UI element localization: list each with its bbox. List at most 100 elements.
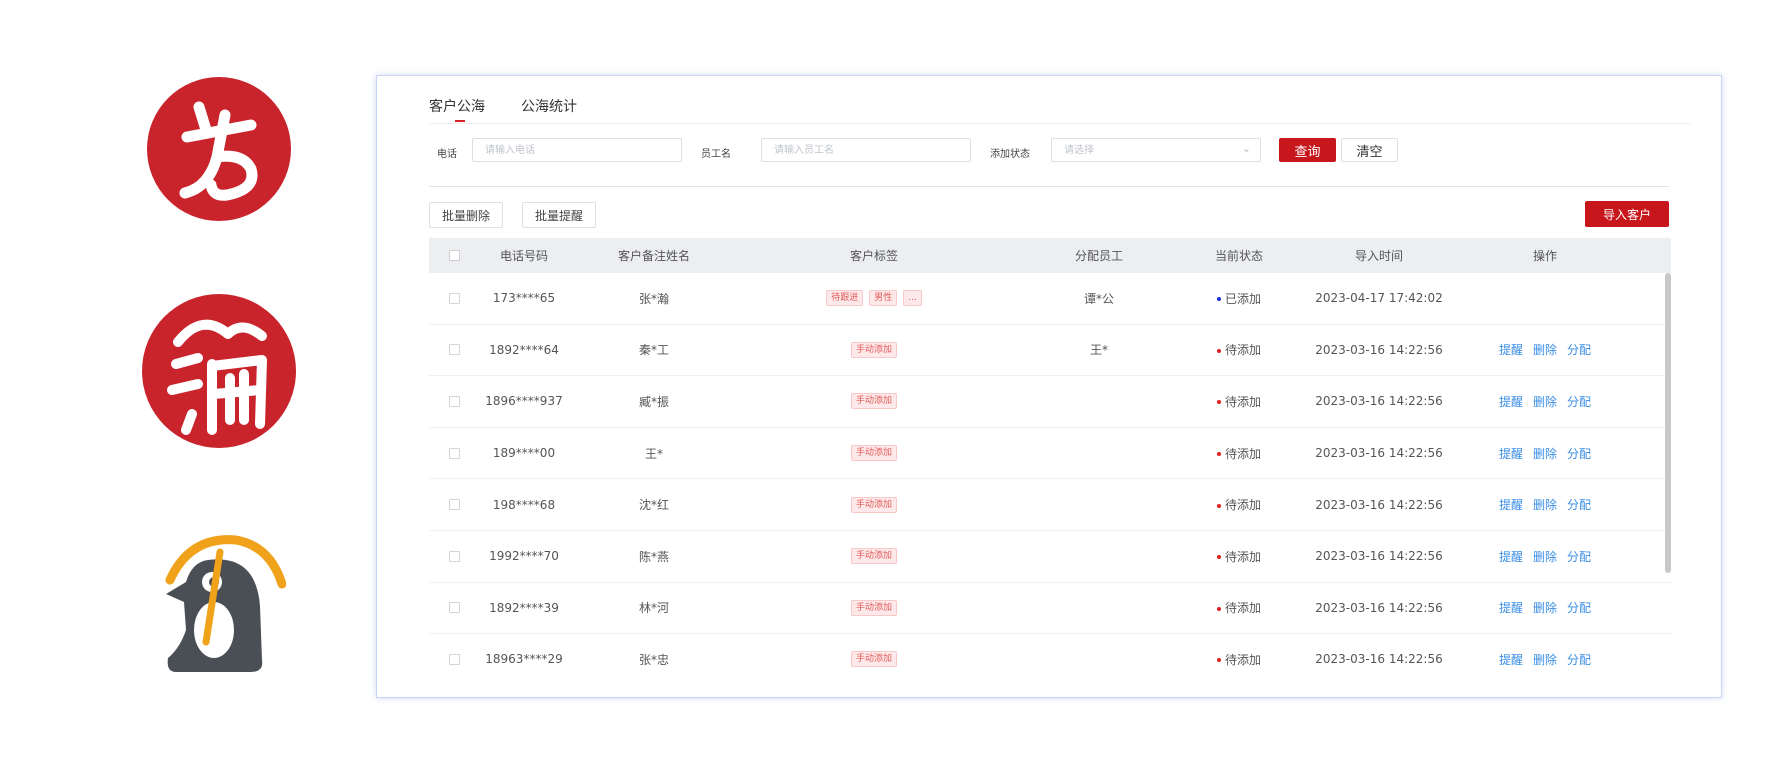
- row-checkbox-cell: [429, 344, 479, 356]
- row-action-remind[interactable]: 提醒: [1499, 445, 1523, 462]
- table-row: 1992****70 陈*燕 手动添加 待添加 2023-03-16 14:22:56 提…: [429, 531, 1671, 583]
- status-dot: [1216, 297, 1221, 302]
- row-action-assign[interactable]: 分配: [1567, 651, 1591, 668]
- row-action-assign[interactable]: 分配: [1567, 599, 1591, 616]
- row-checkbox[interactable]: [448, 447, 460, 459]
- row-action-assign[interactable]: 分配: [1567, 341, 1591, 358]
- import-time-cell: 2023-03-16 14:22:56: [1315, 652, 1443, 667]
- status-dot: [1216, 606, 1221, 611]
- row-action-assign[interactable]: 分配: [1567, 548, 1591, 565]
- customer-name-cell: 张*忠: [638, 652, 669, 667]
- header-tags: 客户标签: [849, 249, 898, 263]
- table-row: 1892****39 林*河 手动添加 待添加 2023-03-16 14:22:56 提…: [429, 583, 1671, 635]
- clear-button[interactable]: 清空: [1341, 138, 1398, 162]
- row-checkbox[interactable]: [448, 344, 460, 356]
- table-header: 电话号码 客户备注姓名 客户标签 分配员工 当前状态 导入时间 操作: [429, 238, 1671, 273]
- table-row: 18963****29 张*忠 手动添加 待添加 2023-03-16 14:22:56…: [429, 634, 1671, 674]
- customer-name-cell: 沈*红: [638, 498, 669, 513]
- batch-delete-button[interactable]: 批量删除: [429, 202, 504, 228]
- status-dot: [1216, 658, 1221, 663]
- filter-divider: [429, 186, 1669, 187]
- customer-tag: 手动添加: [850, 548, 897, 565]
- penguin-logo: [165, 535, 286, 672]
- status-cell: 待添加: [1189, 445, 1289, 462]
- status-filter-field[interactable]: [1051, 138, 1261, 162]
- import-time-cell: 2023-03-16 14:22:56: [1315, 446, 1443, 461]
- query-button[interactable]: 查询: [1279, 138, 1336, 162]
- actions-cell: 提醒 删除 分配: [1469, 496, 1621, 513]
- row-checkbox[interactable]: [448, 395, 460, 407]
- row-checkbox[interactable]: [448, 602, 460, 614]
- row-action-remind[interactable]: 提醒: [1499, 651, 1523, 668]
- phone-cell: 1992****70: [489, 549, 559, 564]
- tab-divider: [429, 123, 1691, 124]
- row-action-remind[interactable]: 提醒: [1499, 341, 1523, 358]
- row-action-assign[interactable]: 分配: [1567, 393, 1591, 410]
- status-cell: 待添加: [1189, 651, 1289, 668]
- header-employee: 分配员工: [1074, 249, 1123, 263]
- import-time-cell: 2023-04-17 17:42:02: [1315, 291, 1443, 306]
- tags-cell: 手动添加: [739, 496, 1009, 513]
- batch-remind-button[interactable]: 批量提醒: [522, 202, 597, 228]
- row-action-remind[interactable]: 提醒: [1499, 393, 1523, 410]
- status-text: 待添加: [1224, 549, 1261, 564]
- phone-cell: 18963****29: [485, 652, 563, 667]
- row-checkbox[interactable]: [448, 653, 460, 665]
- phone-filter-label: 电话: [437, 149, 457, 160]
- status-filter-select[interactable]: ⌄: [1051, 138, 1261, 162]
- customer-tag: 待跟进: [826, 290, 864, 307]
- employee-cell: 谭*公: [1083, 291, 1114, 306]
- customer-name-cell: 臧*振: [638, 394, 669, 409]
- import-time-cell: 2023-03-16 14:22:56: [1315, 342, 1443, 357]
- customer-tag: 手动添加: [850, 599, 897, 616]
- row-action-delete[interactable]: 删除: [1533, 548, 1557, 565]
- row-action-delete[interactable]: 删除: [1533, 651, 1557, 668]
- status-dot: [1216, 348, 1221, 353]
- select-all-cell: [429, 250, 479, 261]
- phone-cell: 198****68: [492, 497, 556, 512]
- row-action-remind[interactable]: 提醒: [1499, 599, 1523, 616]
- customer-tag: 男性: [869, 290, 898, 307]
- table-scrollbar[interactable]: [1665, 273, 1671, 573]
- actions-cell: 提醒 删除 分配: [1469, 651, 1621, 668]
- status-cell: 待添加: [1189, 496, 1289, 513]
- status-cell: 已添加: [1189, 290, 1289, 307]
- select-all-checkbox[interactable]: [448, 250, 460, 261]
- row-checkbox-cell: [429, 499, 479, 511]
- row-checkbox[interactable]: [448, 499, 460, 511]
- row-action-delete[interactable]: 删除: [1533, 393, 1557, 410]
- customer-name-cell: 张*瀚: [638, 291, 669, 306]
- row-action-assign[interactable]: 分配: [1567, 496, 1591, 513]
- row-checkbox[interactable]: [448, 550, 460, 562]
- chevron-down-icon: ⌄: [1241, 142, 1251, 155]
- status-dot: [1216, 400, 1221, 405]
- row-checkbox[interactable]: [448, 292, 460, 304]
- customer-tag: 手动添加: [850, 496, 897, 513]
- red-circle-calligraphy-logo: [147, 77, 291, 221]
- header-status: 当前状态: [1214, 249, 1263, 263]
- phone-filter-input[interactable]: [472, 138, 682, 162]
- customer-tag: 手动添加: [850, 341, 897, 358]
- phone-cell: 1892****39: [489, 600, 559, 615]
- customer-name-cell: 陈*燕: [638, 549, 669, 564]
- actions-cell: 提醒 删除 分配: [1469, 445, 1621, 462]
- row-action-delete[interactable]: 删除: [1533, 599, 1557, 616]
- tags-cell: 手动添加: [739, 599, 1009, 616]
- status-text: 待添加: [1224, 601, 1261, 616]
- row-action-delete[interactable]: 删除: [1533, 496, 1557, 513]
- tab-pool-statistics[interactable]: 公海统计: [521, 96, 577, 126]
- tab-customer-pool[interactable]: 客户公海: [429, 96, 485, 126]
- import-customer-button[interactable]: 导入客户: [1585, 201, 1669, 227]
- row-action-remind[interactable]: 提醒: [1499, 548, 1523, 565]
- row-action-remind[interactable]: 提醒: [1499, 496, 1523, 513]
- row-action-assign[interactable]: 分配: [1567, 445, 1591, 462]
- row-action-delete[interactable]: 删除: [1533, 341, 1557, 358]
- tags-cell: 手动添加: [739, 341, 1009, 358]
- status-cell: 待添加: [1189, 599, 1289, 616]
- status-cell: 待添加: [1189, 548, 1289, 565]
- row-action-delete[interactable]: 删除: [1533, 445, 1557, 462]
- status-text: 待添加: [1224, 446, 1261, 461]
- tags-cell: 手动添加: [739, 445, 1009, 462]
- employee-filter-input[interactable]: [761, 138, 971, 162]
- row-checkbox-cell: [429, 550, 479, 562]
